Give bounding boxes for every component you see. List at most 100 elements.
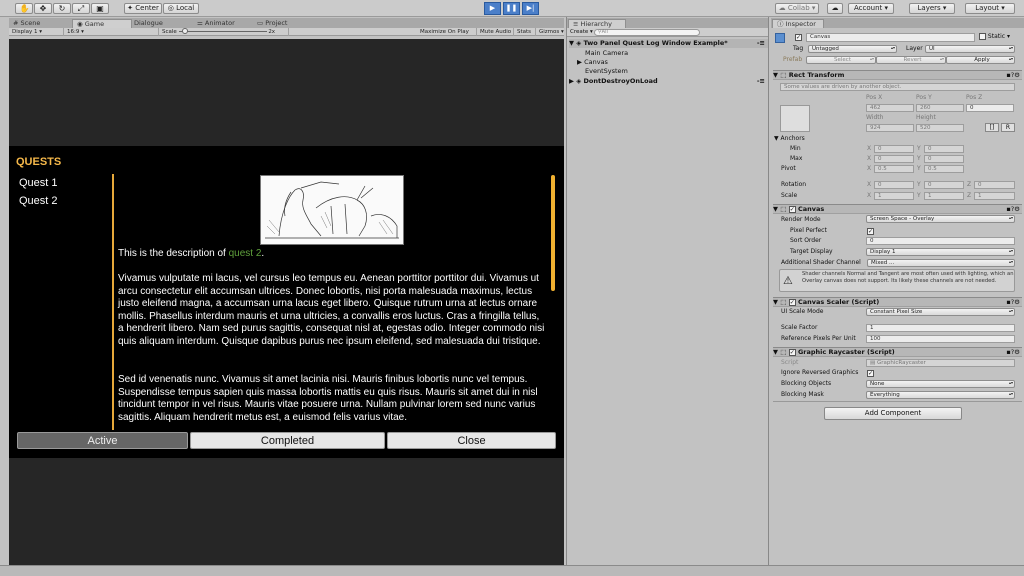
pivot-center-button[interactable]: ✦ Center [124,3,162,14]
anchor-min-y-field[interactable]: 0 [924,145,964,153]
pivot-local-button[interactable]: ◎ Local [163,3,199,14]
scale-z-field[interactable]: 1 [974,192,1015,200]
stats-toggle[interactable]: Stats [514,28,536,36]
tab-dialogue[interactable]: Dialogue [130,19,190,28]
canvas-scaler-header[interactable]: ▼ ⬚ ✓ Canvas Scaler (Script) ▪?⚙ [773,297,1022,307]
width-field[interactable]: 924 [866,124,914,132]
anchor-presets-icon[interactable] [780,105,810,132]
height-field[interactable]: 520 [916,124,964,132]
move-tool-button[interactable]: ✥ [34,3,52,14]
component-settings-icon[interactable]: ▪?⚙ [1006,348,1020,357]
render-mode-dropdown[interactable]: Screen Space - Overlay [866,215,1015,223]
graphic-raycaster-header[interactable]: ▼ ⬚ ✓ Graphic Raycaster (Script) ▪?⚙ [773,347,1022,357]
anchor-min-x-field[interactable]: 0 [874,145,914,153]
close-button[interactable]: Close [387,432,556,449]
scale-thumb[interactable] [181,28,188,34]
component-settings-icon[interactable]: ▪?⚙ [1006,298,1020,307]
raycaster-enabled-checkbox[interactable]: ✓ [788,348,796,356]
ddol-row[interactable]: ▶ ◈ DontDestroyOnLoad -≡ [569,77,768,86]
rotation-y-field[interactable]: 0 [924,181,964,189]
hand-tool-button[interactable]: ✋ [15,3,33,14]
account-dropdown[interactable]: Account ▾ [848,3,894,14]
name-field[interactable]: Canvas [806,33,975,42]
pixel-perfect-checkbox[interactable]: ✓ [867,227,874,235]
tab-animator[interactable]: ⚌ Animator [193,19,253,28]
ui-scale-mode-dropdown[interactable]: Constant Pixel Size [866,308,1015,316]
rotation-z-field[interactable]: 0 [974,181,1015,189]
tab-project[interactable]: ▭ Project [253,19,313,28]
pause-button[interactable]: ❚❚ [503,2,520,15]
tab-game[interactable]: ◉ Game [72,19,132,28]
expand-arrow-icon[interactable]: ▶ [577,58,582,66]
anchors-foldout[interactable]: ▼ Anchors [774,135,805,143]
active-tab-button[interactable]: Active [17,432,188,449]
ignore-reversed-checkbox[interactable]: ✓ [867,369,874,377]
ref-ppu-field[interactable]: 100 [866,335,1015,343]
maximize-on-play-toggle[interactable]: Maximize On Play [417,28,477,36]
pos-z-field[interactable]: 0 [966,104,1014,112]
layout-dropdown[interactable]: Layout ▾ [965,3,1015,14]
prefab-select-button[interactable]: Select [806,56,876,64]
ddol-menu-icon[interactable]: -≡ [757,77,765,86]
scale-tool-button[interactable]: ⤢ [72,3,90,14]
pivot-y-field[interactable]: 0.5 [924,165,964,173]
rotate-tool-button[interactable]: ↻ [53,3,71,14]
gizmos-dropdown[interactable]: Gizmos ▾ [536,28,564,36]
tab-hierarchy[interactable]: ≡ Hierarchy [568,19,626,28]
blueprint-mode-button[interactable]: [] [985,123,999,132]
scene-menu-icon[interactable]: -≡ [757,39,765,48]
rect-transform-header[interactable]: ▼ ⬚ Rect Transform ▪?⚙ [773,70,1022,80]
prefab-apply-button[interactable]: Apply [946,56,1015,64]
target-display-dropdown[interactable]: Display 1 [866,248,1015,256]
blocking-mask-dropdown[interactable]: Everything [866,391,1015,399]
pos-x-field[interactable]: 462 [866,104,914,112]
layers-dropdown[interactable]: Layers ▾ [909,3,955,14]
scale-y-field[interactable]: 1 [924,192,964,200]
canvas-component-header[interactable]: ▼ ⬚ ✓ Canvas ▪?⚙ [773,204,1022,214]
hierarchy-item[interactable]: EventSystem [585,67,628,76]
add-component-button[interactable]: Add Component [824,407,962,420]
layer-dropdown[interactable]: UI [925,45,1015,53]
pivot-x-field[interactable]: 0.5 [874,165,914,173]
rotation-x-field[interactable]: 0 [874,181,914,189]
create-dropdown[interactable]: Create ▾ [570,29,593,35]
scale-x-field[interactable]: 1 [874,192,914,200]
aspect-dropdown[interactable]: 16:9 ▾ [64,28,159,36]
scene-row[interactable]: ▼ ◈ Two Panel Quest Log Window Example* -… [569,39,768,48]
play-button[interactable]: ▶ [484,2,501,15]
hierarchy-item[interactable]: Main Camera [585,49,628,58]
quest-item[interactable]: Quest 2 [19,195,58,207]
rect-tool-button[interactable]: ▣ [91,3,109,14]
static-toggle[interactable]: Static ▾ [979,33,1010,41]
sort-order-field[interactable]: 0 [866,237,1015,245]
tab-scene[interactable]: # Scene [9,19,69,28]
canvas-enabled-checkbox[interactable]: ✓ [788,205,796,213]
anchor-max-y-field[interactable]: 0 [924,155,964,163]
scale-slider[interactable]: Scale 2x [159,28,289,36]
blocking-objects-dropdown[interactable]: None [866,380,1015,388]
component-settings-icon[interactable]: ▪?⚙ [1006,205,1020,214]
cloud-services-button[interactable]: ☁ [827,3,843,14]
collab-button[interactable]: ☁ Collab ▾ [775,3,819,14]
completed-tab-button[interactable]: Completed [190,432,385,449]
component-settings-icon[interactable]: ▪?⚙ [1006,71,1020,80]
step-button[interactable]: ▶| [522,2,539,15]
canvas-scaler-enabled-checkbox[interactable]: ✓ [788,298,796,306]
tag-dropdown[interactable]: Untagged [808,45,897,53]
tab-inspector[interactable]: ⓘ Inspector [772,19,824,28]
shader-channels-dropdown[interactable]: Mixed ... [867,259,1015,267]
quest-item[interactable]: Quest 1 [19,177,58,189]
hierarchy-search-input[interactable]: ⚲All [594,29,700,36]
anchor-max-x-field[interactable]: 0 [874,155,914,163]
active-checkbox[interactable]: ✓ [795,33,802,41]
mute-audio-toggle[interactable]: Mute Audio [477,28,514,36]
scale-track [178,28,267,34]
pos-y-field[interactable]: 260 [916,104,964,112]
hierarchy-item[interactable]: ▶ Canvas [577,58,608,67]
prefab-revert-button[interactable]: Revert [876,56,946,64]
display-dropdown[interactable]: Display 1 ▾ [9,28,64,36]
scale-factor-field[interactable]: 1 [866,324,1015,332]
static-checkbox[interactable] [979,33,986,40]
description-scrollbar[interactable] [551,175,555,291]
raw-edit-button[interactable]: R [1001,123,1015,132]
